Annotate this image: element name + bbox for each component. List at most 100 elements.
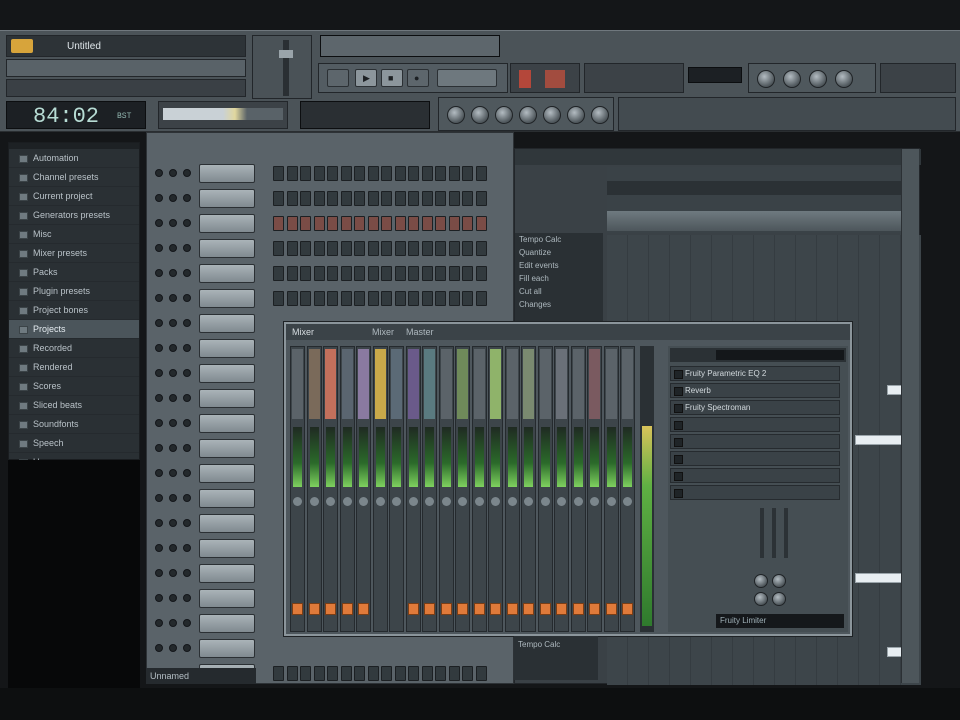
step-button[interactable]: [408, 241, 419, 256]
step-button[interactable]: [435, 241, 446, 256]
track-label[interactable]: [325, 349, 336, 419]
track-pan-knob[interactable]: [375, 497, 385, 506]
step-button[interactable]: [448, 166, 460, 181]
step-button[interactable]: [475, 216, 487, 231]
track-fader[interactable]: [473, 603, 485, 615]
master-volume-slider[interactable]: [283, 40, 289, 96]
browser-item[interactable]: Packs: [9, 263, 139, 282]
fx-slot[interactable]: Reverb: [670, 383, 840, 398]
fx-slot[interactable]: [670, 468, 840, 483]
step-button[interactable]: [408, 291, 419, 306]
step-button[interactable]: [475, 666, 487, 681]
channel-volume-knob[interactable]: [183, 169, 191, 177]
track-pan-knob[interactable]: [507, 497, 517, 506]
channel-mute-led[interactable]: [155, 369, 163, 377]
mixer-track[interactable]: [554, 346, 569, 632]
mixer-titlebar[interactable]: Mixer Mixer Master: [286, 324, 850, 340]
step-button[interactable]: [448, 191, 460, 206]
track-label[interactable]: [440, 349, 452, 419]
step-button[interactable]: [435, 191, 446, 206]
track-fader[interactable]: [539, 603, 551, 615]
track-fader[interactable]: [506, 603, 518, 615]
browser-item[interactable]: Misc: [9, 225, 139, 244]
channel-mute-led[interactable]: [155, 519, 163, 527]
channel-mute-led[interactable]: [155, 169, 163, 177]
playlist-menu-item[interactable]: Tempo Calc: [515, 233, 603, 246]
step-button[interactable]: [381, 216, 392, 231]
step-button[interactable]: [286, 666, 298, 681]
snap-icon[interactable]: [545, 70, 565, 88]
channel-button[interactable]: [199, 589, 255, 608]
channel-volume-knob[interactable]: [183, 294, 191, 302]
fx-slot[interactable]: Fruity Parametric EQ 2: [670, 366, 840, 381]
channel-mute-led[interactable]: [155, 294, 163, 302]
step-button[interactable]: [408, 216, 419, 231]
step-button[interactable]: [354, 191, 365, 206]
step-button[interactable]: [300, 241, 311, 256]
channel-pan-knob[interactable]: [169, 644, 177, 652]
track-label[interactable]: [358, 349, 369, 419]
mixer-track[interactable]: [339, 346, 355, 632]
channel-mute-led[interactable]: [155, 194, 163, 202]
record-button[interactable]: ●: [407, 69, 429, 87]
channel-volume-knob[interactable]: [183, 319, 191, 327]
channel-mute-led[interactable]: [155, 619, 163, 627]
step-button[interactable]: [273, 166, 284, 181]
step-button[interactable]: [340, 266, 352, 281]
step-button[interactable]: [381, 666, 392, 681]
playlist-scrollbar[interactable]: [901, 149, 919, 683]
track-label[interactable]: [457, 349, 468, 419]
channel-pan-knob[interactable]: [169, 169, 177, 177]
channel-mute-led[interactable]: [155, 269, 163, 277]
step-button[interactable]: [394, 291, 406, 306]
track-label[interactable]: [539, 349, 551, 419]
mixer-track[interactable]: [570, 346, 586, 632]
step-button[interactable]: [340, 291, 352, 306]
channel-volume-knob[interactable]: [183, 269, 191, 277]
channel-pan-knob[interactable]: [169, 244, 177, 252]
browser-item[interactable]: Channel presets: [9, 168, 139, 187]
mixer-track[interactable]: [323, 346, 338, 632]
step-button[interactable]: [435, 166, 446, 181]
track-fader[interactable]: [605, 603, 617, 615]
fx-slot[interactable]: Fruity Spectroman: [670, 400, 840, 415]
track-label[interactable]: [407, 349, 419, 419]
step-button[interactable]: [313, 216, 325, 231]
channel-mute-led[interactable]: [155, 394, 163, 402]
step-button[interactable]: [475, 166, 487, 181]
track-label[interactable]: [506, 349, 518, 419]
step-button[interactable]: [462, 266, 473, 281]
step-button[interactable]: [408, 266, 419, 281]
step-button[interactable]: [435, 216, 446, 231]
channel-pan-knob[interactable]: [169, 494, 177, 502]
step-button[interactable]: [354, 666, 365, 681]
step-button[interactable]: [300, 216, 311, 231]
step-button[interactable]: [354, 291, 365, 306]
step-button[interactable]: [367, 666, 379, 681]
playlist-menu-item[interactable]: Quantize: [515, 246, 603, 259]
shortcut-4-icon[interactable]: [519, 106, 537, 124]
browser-item[interactable]: Plugin presets: [9, 282, 139, 301]
step-button[interactable]: [273, 191, 284, 206]
mixer-tab[interactable]: Mixer: [372, 324, 394, 340]
track-pan-knob[interactable]: [557, 497, 566, 506]
step-button[interactable]: [381, 266, 392, 281]
track-fader[interactable]: [341, 603, 353, 615]
channel-volume-knob[interactable]: [183, 619, 191, 627]
step-button[interactable]: [394, 666, 406, 681]
track-label[interactable]: [572, 349, 584, 419]
channel-pan-knob[interactable]: [169, 344, 177, 352]
channel-button[interactable]: [199, 414, 255, 433]
channel-button[interactable]: [199, 339, 255, 358]
step-button[interactable]: [327, 266, 338, 281]
shortcut-1-icon[interactable]: [447, 106, 465, 124]
step-button[interactable]: [313, 166, 325, 181]
track-fader[interactable]: [440, 603, 452, 615]
channel-button[interactable]: [199, 214, 255, 233]
track-pan-knob[interactable]: [458, 497, 467, 506]
browser-item[interactable]: Speech: [9, 434, 139, 453]
channel-mute-led[interactable]: [155, 319, 163, 327]
track-label[interactable]: [374, 349, 386, 419]
track-label[interactable]: [589, 349, 600, 419]
playlist-menu-item[interactable]: Fill each: [515, 272, 603, 285]
